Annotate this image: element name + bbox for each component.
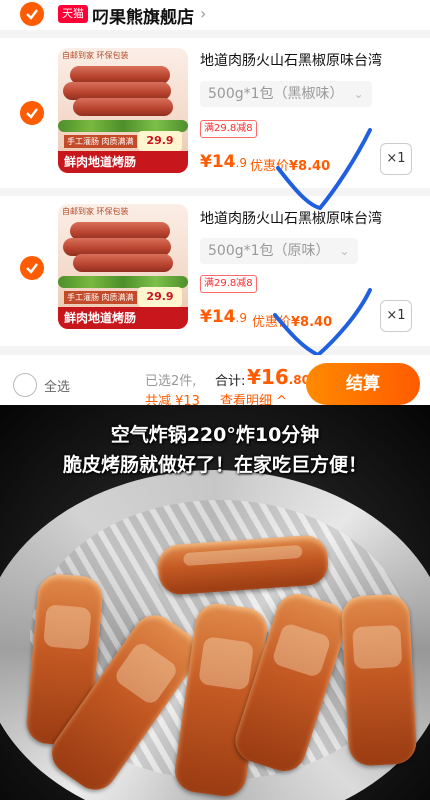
price-decimal: .9 [235, 156, 247, 170]
shopping-cart-screen: 天猫 叼果熊旗舰店 › 自邮到家 环保包装 手工灌肠 肉质满满 29.9 鲜肉地… [0, 0, 430, 409]
product-thumbnail[interactable]: 自邮到家 环保包装 手工灌肠 肉质满满 29.9 鲜肉地道烤肠 [58, 204, 188, 329]
cooked-sausage [340, 593, 418, 767]
deal-value: ¥8.40 [291, 315, 333, 330]
sku-label: 500g*1包（黑椒味） [208, 86, 344, 102]
item-select-checkbox[interactable] [20, 101, 44, 125]
shop-select-checkbox[interactable] [20, 2, 44, 26]
thumbnail-subtitle: 手工灌肠 肉质满满 [64, 135, 137, 148]
thumbnail-tag: 自邮到家 环保包装 [62, 207, 129, 216]
select-all-radio[interactable] [13, 373, 37, 397]
chevron-down-icon: ⌄ [353, 87, 364, 101]
chevron-right-icon[interactable]: › [200, 4, 206, 23]
checkmark-icon [26, 108, 38, 119]
thumbnail-price: 29.9 [138, 131, 182, 151]
caption-line-2: 脆皮烤肠就做好了！在家吃巨方便！ [62, 454, 367, 476]
cart-item: 自邮到家 环保包装 手工灌肠 肉质满满 29.9 鲜肉地道烤肠 地道肉肠火山石黑… [0, 196, 430, 346]
deal-price: 优惠价¥8.40 [250, 155, 330, 174]
deal-label: 优惠价 [250, 159, 290, 174]
thumbnail-price: 29.9 [138, 287, 182, 307]
promo-tag: 满29.8减8 [200, 275, 257, 293]
total-integer: ¥16 [247, 365, 289, 389]
checkmark-icon [26, 9, 38, 20]
sku-selector[interactable]: 500g*1包（黑椒味） ⌄ [200, 81, 372, 107]
checkout-button[interactable]: 结算 [306, 363, 420, 405]
product-name[interactable]: 地道肉肠火山石黑椒原味台湾 [200, 50, 425, 70]
deal-label: 优惠价 [252, 315, 292, 330]
air-fryer-photo: 空气炸锅220°炸10分钟 脆皮烤肠就做好了！在家吃巨方便！ [0, 405, 430, 800]
product-name[interactable]: 地道肉肠火山石黑椒原味台湾 [200, 208, 425, 228]
total-amount: ¥16.80 [247, 365, 310, 389]
caption-line-1: 空气炸锅220°炸10分钟 [110, 424, 320, 446]
price-integer: ¥14 [200, 152, 236, 172]
thumbnail-subtitle: 手工灌肠 肉质满满 [64, 291, 137, 304]
sausage-graphic [73, 254, 173, 272]
sku-label: 500g*1包（原味） [208, 243, 330, 259]
item-price: ¥14.9 [200, 307, 247, 327]
tmall-badge: 天猫 [58, 5, 88, 23]
item-price: ¥14.9 [200, 152, 247, 172]
deal-price: 优惠价¥8.40 [252, 311, 332, 330]
item-select-checkbox[interactable] [20, 256, 44, 280]
shop-name[interactable]: 叼果熊旗舰店 [92, 3, 194, 28]
cart-item: 自邮到家 环保包装 手工灌肠 肉质满满 29.9 鲜肉地道烤肠 地道肉肠火山石黑… [0, 38, 430, 188]
product-thumbnail[interactable]: 自邮到家 环保包装 手工灌肠 肉质满满 29.9 鲜肉地道烤肠 [58, 48, 188, 173]
sausage-graphic [73, 98, 173, 116]
thumbnail-title: 鲜肉地道烤肠 [58, 151, 188, 173]
thumbnail-tag: 自邮到家 环保包装 [62, 51, 129, 60]
total-label: 合计: [215, 374, 246, 389]
select-all-label[interactable]: 全选 [44, 376, 70, 395]
quantity-button[interactable]: ×1 [380, 300, 412, 332]
price-integer: ¥14 [200, 307, 236, 327]
price-decimal: .9 [235, 311, 247, 325]
promo-tag: 满29.8减8 [200, 120, 257, 138]
selected-count: 已选2件, [145, 374, 197, 389]
thumbnail-title: 鲜肉地道烤肠 [58, 307, 188, 329]
checkout-bar: 全选 已选2件, 合计: ¥16.80 共减 ¥13 查看明细 ^ 结算 [0, 355, 430, 409]
deal-value: ¥8.40 [289, 159, 331, 174]
shop-header: 天猫 叼果熊旗舰店 › [0, 0, 430, 30]
sku-selector[interactable]: 500g*1包（原味） ⌄ [200, 238, 358, 264]
chevron-down-icon: ⌄ [339, 244, 350, 258]
checkmark-icon [26, 263, 38, 274]
quantity-button[interactable]: ×1 [380, 143, 412, 175]
